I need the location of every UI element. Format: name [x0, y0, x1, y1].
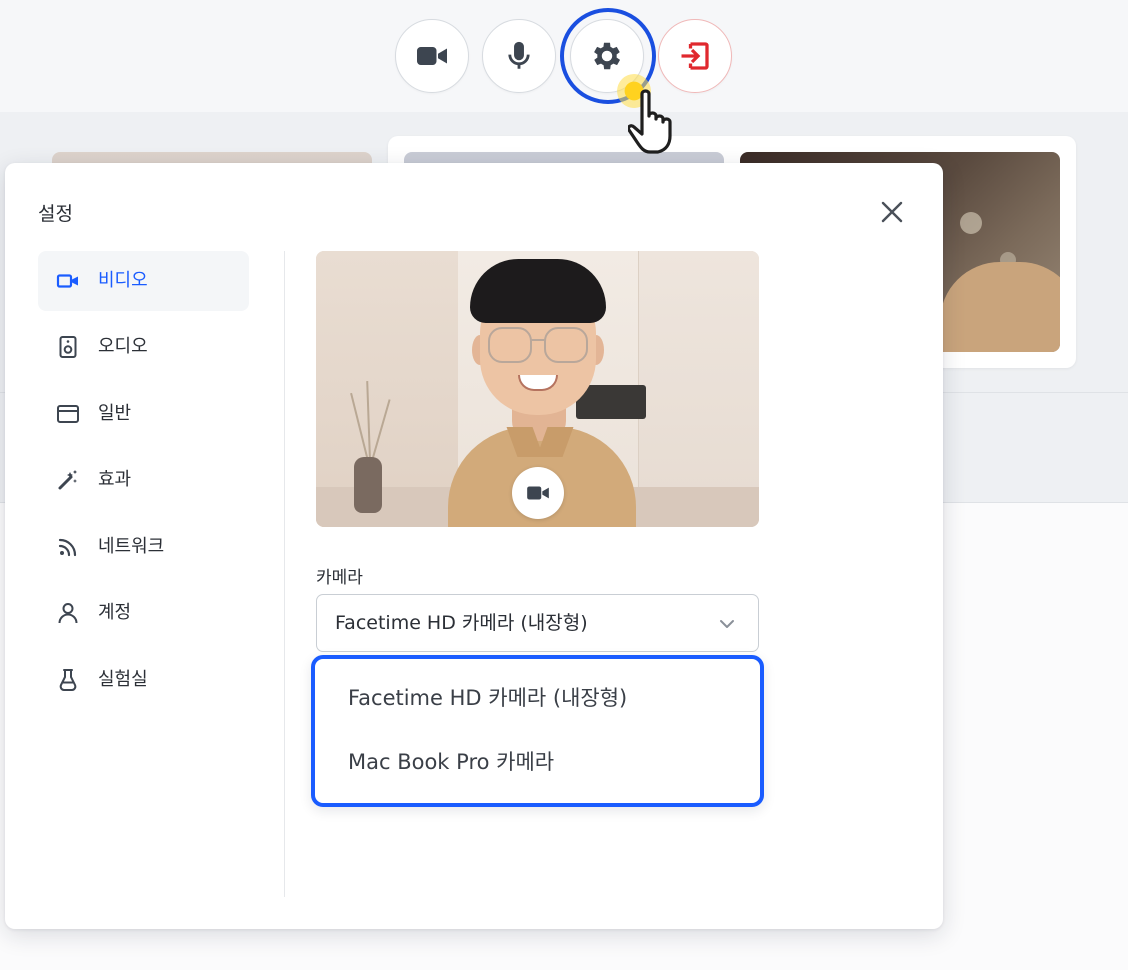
sidebar-item-labs[interactable]: 실험실	[38, 650, 249, 710]
hand-pointer-icon	[628, 89, 672, 154]
microphone-toggle-button[interactable]	[482, 19, 556, 93]
flask-icon	[59, 669, 77, 691]
sidebar-item-label: 네트워크	[98, 536, 165, 557]
dropdown-option[interactable]: Facetime HD 카메라 (내장형)	[348, 685, 627, 711]
gear-icon	[594, 42, 621, 70]
camera-select[interactable]: Facetime HD 카메라 (내장형)	[316, 594, 759, 652]
magic-wand-icon	[58, 470, 77, 490]
camera-select-value: Facetime HD 카메라 (내장형)	[335, 612, 588, 634]
settings-dialog: 설정 비디오 오디오 일반 효과 네트워크 계정 실험실 카메라 Facetim…	[5, 163, 943, 929]
sidebar-item-label: 계정	[98, 602, 132, 623]
leave-meeting-button[interactable]	[658, 19, 732, 93]
sidebar-divider	[284, 251, 285, 897]
dialog-title: 설정	[38, 203, 73, 225]
sidebar-item-label: 오디오	[98, 336, 148, 357]
microphone-icon	[508, 41, 530, 69]
close-icon	[881, 201, 903, 223]
camera-field-label: 카메라	[316, 568, 363, 588]
sidebar-item-label: 일반	[98, 403, 132, 424]
user-icon	[58, 603, 78, 624]
sidebar-item-label: 비디오	[98, 270, 148, 291]
sidebar-item-label: 실험실	[98, 669, 148, 690]
rss-signal-icon	[58, 538, 77, 557]
sidebar-item-network[interactable]: 네트워크	[38, 517, 249, 577]
window-icon	[57, 405, 79, 423]
sidebar-item-label: 효과	[98, 469, 132, 490]
dropdown-option[interactable]: Mac Book Pro 카메라	[348, 749, 554, 775]
sidebar-item-audio[interactable]: 오디오	[38, 317, 249, 377]
sidebar-item-account[interactable]: 계정	[38, 583, 249, 643]
camera-dropdown-menu: Facetime HD 카메라 (내장형) Mac Book Pro 카메라	[311, 655, 764, 807]
exit-icon	[681, 42, 709, 70]
chevron-down-icon	[720, 620, 734, 628]
sidebar-item-effects[interactable]: 효과	[38, 450, 249, 510]
camera-preview	[316, 251, 759, 527]
preview-camera-toggle[interactable]	[512, 467, 564, 519]
sidebar-item-video[interactable]: 비디오	[38, 251, 249, 311]
video-camera-icon	[527, 486, 549, 500]
close-button[interactable]	[877, 197, 907, 227]
camera-toggle-button[interactable]	[395, 19, 469, 93]
video-camera-icon	[417, 47, 447, 65]
speaker-icon	[59, 336, 77, 358]
video-camera-icon	[56, 274, 78, 288]
sidebar-item-general[interactable]: 일반	[38, 384, 249, 444]
